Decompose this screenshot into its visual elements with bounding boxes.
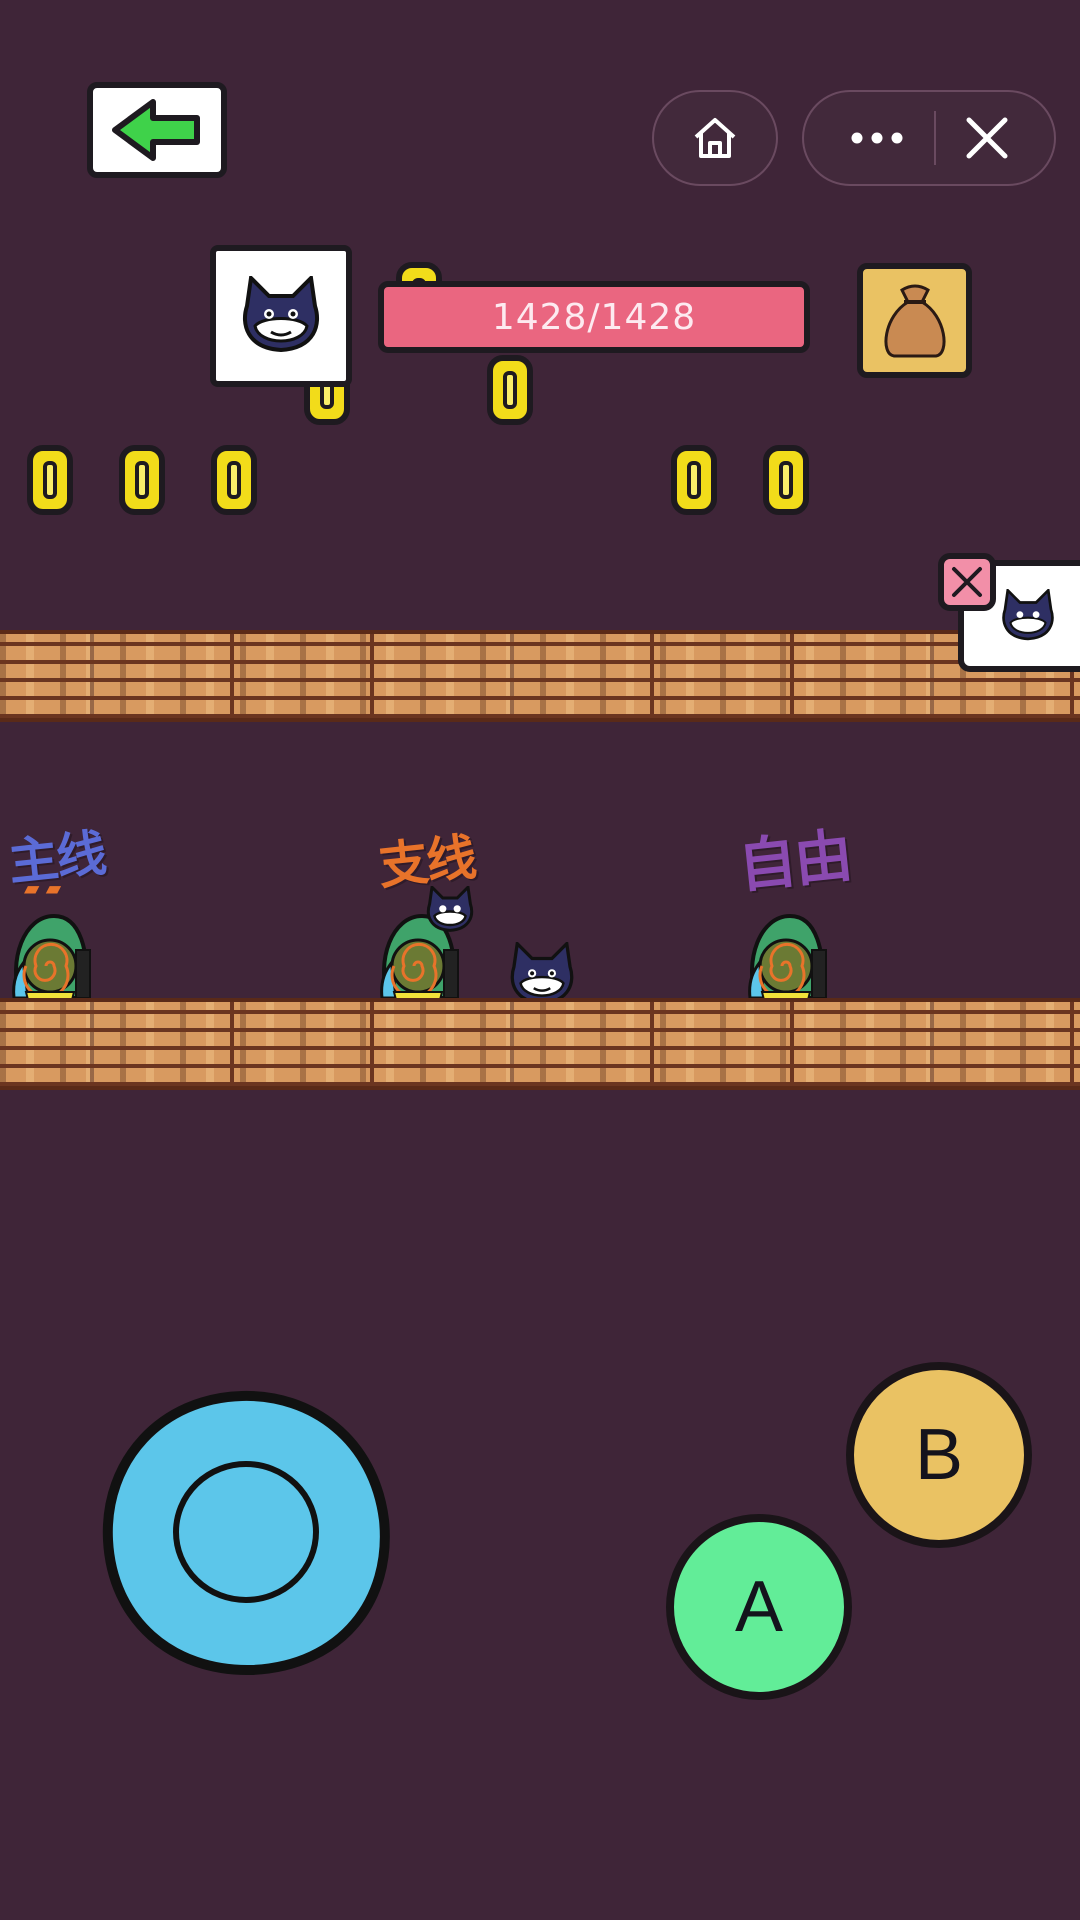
more-dots-icon[interactable] <box>850 131 904 145</box>
npc-close-button[interactable] <box>938 553 996 611</box>
a-button[interactable]: A <box>666 1514 852 1700</box>
level-door-main[interactable] <box>10 910 94 1002</box>
coin <box>763 445 809 515</box>
coin <box>119 445 165 515</box>
hp-text: 1428/1428 <box>491 296 697 338</box>
capsule-divider <box>934 111 936 165</box>
a-button-label: A <box>734 1567 784 1647</box>
money-bag-icon <box>884 284 945 357</box>
b-button-label: B <box>914 1415 964 1495</box>
home-icon[interactable] <box>692 115 738 161</box>
close-icon[interactable] <box>966 117 1008 159</box>
ground-platform <box>0 998 1080 1090</box>
hp-bar: 1428/1428 <box>378 281 810 353</box>
coin <box>671 445 717 515</box>
level-door-free[interactable] <box>746 910 830 1002</box>
upper-platform <box>0 630 1080 722</box>
back-button[interactable] <box>87 82 227 178</box>
mini-program-capsule <box>802 90 1056 186</box>
green-left-arrow-icon <box>112 99 200 161</box>
level-label-free: 自由 <box>735 821 854 901</box>
carrot-icon: ▰ ▰ <box>24 876 62 900</box>
coin <box>487 355 533 425</box>
npc-cat <box>426 886 474 932</box>
cat-face-icon <box>242 276 320 353</box>
cat-face-icon <box>1002 589 1054 641</box>
coin <box>27 445 73 515</box>
player-avatar[interactable] <box>210 245 352 387</box>
b-button[interactable]: B <box>846 1362 1032 1548</box>
joystick[interactable] <box>102 1390 390 1676</box>
coin <box>211 445 257 515</box>
inventory-bag-button[interactable] <box>857 263 972 378</box>
close-icon <box>952 567 982 597</box>
home-capsule[interactable] <box>652 90 778 186</box>
